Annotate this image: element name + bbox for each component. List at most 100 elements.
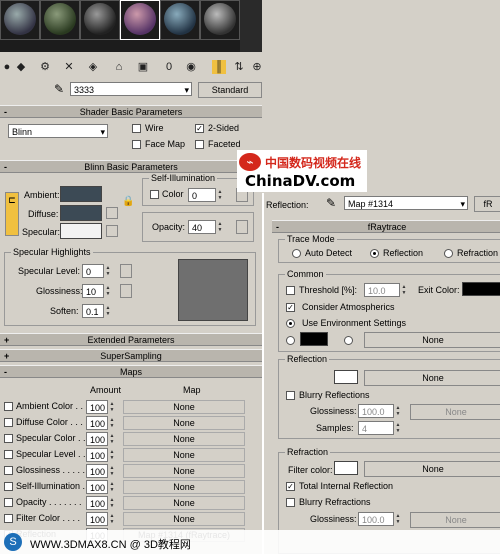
specular-level-field[interactable]: 0 xyxy=(82,264,104,278)
samples-field[interactable]: 4 xyxy=(358,421,394,435)
reflection-map-button[interactable]: None xyxy=(364,370,500,386)
map-amount-field[interactable]: 100 xyxy=(86,496,108,510)
glossiness-field[interactable]: 10 xyxy=(82,284,104,298)
environment-map-button[interactable]: None xyxy=(364,332,500,348)
map-type-button[interactable]: fR xyxy=(474,196,500,212)
reflection-glossiness-field[interactable]: 100.0 xyxy=(358,404,394,418)
material-slot[interactable] xyxy=(160,0,200,40)
opacity-spinner[interactable]: ▲ ▼ xyxy=(217,221,223,233)
total-internal-reflection-checkbox[interactable]: ✓ xyxy=(286,482,295,491)
threshold-field[interactable]: 10.0 xyxy=(364,283,400,297)
auto-detect-radio[interactable] xyxy=(292,249,301,258)
soften-field[interactable]: 0.1 xyxy=(82,304,104,318)
shader-type-dropdown[interactable]: Blinn ▾ xyxy=(8,124,108,138)
blurry-reflections-checkbox[interactable] xyxy=(286,391,295,400)
map-amount-spinner[interactable]: ▲ ▼ xyxy=(109,497,115,509)
map-amount-spinner[interactable]: ▲ ▼ xyxy=(109,513,115,525)
material-slot[interactable] xyxy=(80,0,120,40)
threshold-checkbox[interactable] xyxy=(286,286,295,295)
material-type-button[interactable]: Standard xyxy=(198,82,262,98)
specular-map-button[interactable] xyxy=(106,225,118,237)
make-unique-icon[interactable]: ◈ xyxy=(86,60,100,74)
reflection-glossiness-spinner[interactable]: ▲ ▼ xyxy=(395,405,401,417)
filter-color-swatch[interactable] xyxy=(334,461,358,475)
map-amount-field[interactable]: 100 xyxy=(86,400,108,414)
face-map-checkbox[interactable] xyxy=(132,140,141,149)
shader-basic-rollout[interactable]: - Shader Basic Parameters xyxy=(0,105,262,118)
map-slot-button[interactable]: None xyxy=(123,496,245,510)
filter-map-button[interactable]: None xyxy=(364,461,500,477)
samples-spinner[interactable]: ▲ ▼ xyxy=(395,422,401,434)
reflection-radio[interactable] xyxy=(370,249,379,258)
map-enable-checkbox[interactable] xyxy=(4,482,13,491)
assign-to-selection-icon[interactable]: ⚙ xyxy=(38,60,52,74)
faceted-checkbox[interactable] xyxy=(195,140,204,149)
refraction-glossiness-spinner[interactable]: ▲ ▼ xyxy=(395,513,401,525)
put-to-library-icon[interactable]: ⌂ xyxy=(112,60,126,74)
map-slot-button[interactable]: None xyxy=(123,464,245,478)
show-map-in-viewport-icon[interactable]: 0 xyxy=(162,60,176,74)
exit-color-swatch[interactable] xyxy=(462,282,500,296)
refraction-glossiness-field[interactable]: 100.0 xyxy=(358,512,394,526)
dropdown-arrow-icon[interactable]: ▾ xyxy=(184,83,189,97)
go-forward-sibling-icon[interactable]: ⇅ xyxy=(232,60,246,74)
map-slot-button[interactable]: None xyxy=(123,416,245,430)
material-slot-active[interactable] xyxy=(120,0,160,40)
blurry-refractions-checkbox[interactable] xyxy=(286,498,295,507)
glossiness-map-button[interactable] xyxy=(120,284,132,298)
map-slot-button[interactable]: None xyxy=(123,448,245,462)
eyedropper-icon[interactable]: ✎ xyxy=(54,82,64,96)
put-to-scene-icon[interactable]: ◆ xyxy=(14,60,28,74)
material-slot[interactable] xyxy=(0,0,40,40)
reset-map-icon[interactable]: ✕ xyxy=(62,60,76,74)
supersampling-rollout[interactable]: + SuperSampling xyxy=(0,349,262,362)
self-illum-spinner[interactable]: ▲ ▼ xyxy=(217,189,223,201)
refraction-glossiness-map-button[interactable]: None xyxy=(410,512,500,528)
go-to-parent-icon[interactable]: ║ xyxy=(212,60,226,74)
map-amount-spinner[interactable]: ▲ ▼ xyxy=(109,465,115,477)
opacity-map-button[interactable] xyxy=(236,220,248,234)
specular-color-swatch[interactable] xyxy=(60,223,102,239)
wire-checkbox[interactable] xyxy=(132,124,141,133)
extended-parameters-rollout[interactable]: + Extended Parameters xyxy=(0,333,262,346)
lock-icon[interactable]: 🔒 xyxy=(122,196,134,207)
self-illum-color-checkbox[interactable] xyxy=(150,190,159,199)
lock-ambient-diffuse-button[interactable]: ⊏ xyxy=(5,192,19,236)
reflection-glossiness-map-button[interactable]: None xyxy=(410,404,500,420)
blinn-basic-rollout[interactable]: - Blinn Basic Parameters xyxy=(0,160,262,173)
map-slot-button[interactable]: None xyxy=(123,400,245,414)
map-enable-checkbox[interactable] xyxy=(4,498,13,507)
soften-spinner[interactable]: ▲ ▼ xyxy=(105,305,111,317)
material-slot[interactable] xyxy=(40,0,80,40)
map-enable-checkbox[interactable] xyxy=(4,402,13,411)
consider-atmospherics-checkbox[interactable]: ✓ xyxy=(286,303,295,312)
fraytrace-rollout[interactable]: - fRaytrace xyxy=(272,220,500,233)
custom-environment-radio[interactable] xyxy=(286,336,295,345)
map-enable-checkbox[interactable] xyxy=(4,514,13,523)
glossiness-spinner[interactable]: ▲ ▼ xyxy=(105,285,111,297)
ambient-color-swatch[interactable] xyxy=(60,186,102,202)
map-name-field[interactable]: Map #1314 ▾ xyxy=(344,196,468,210)
diffuse-color-swatch[interactable] xyxy=(60,205,102,221)
use-environment-radio[interactable] xyxy=(286,319,295,328)
map-amount-field[interactable]: 100 xyxy=(86,480,108,494)
map-enable-checkbox[interactable] xyxy=(4,434,13,443)
map-amount-spinner[interactable]: ▲ ▼ xyxy=(109,433,115,445)
maps-rollout[interactable]: - Maps xyxy=(0,365,262,378)
map-amount-field[interactable]: 100 xyxy=(86,512,108,526)
map-amount-field[interactable]: 100 xyxy=(86,432,108,446)
map-slot-button[interactable]: None xyxy=(123,432,245,446)
map-amount-spinner[interactable]: ▲ ▼ xyxy=(109,449,115,461)
get-material-icon[interactable]: ● xyxy=(0,60,14,74)
opacity-value-field[interactable]: 40 xyxy=(188,220,216,234)
specular-level-spinner[interactable]: ▲ ▼ xyxy=(105,265,111,277)
map-enable-checkbox[interactable] xyxy=(4,418,13,427)
material-slot[interactable] xyxy=(200,0,240,40)
threshold-spinner[interactable]: ▲ ▼ xyxy=(401,284,407,296)
two-sided-checkbox[interactable]: ✓ xyxy=(195,124,204,133)
map-amount-spinner[interactable]: ▲ ▼ xyxy=(109,481,115,493)
pick-material-icon[interactable]: ⊕ xyxy=(250,60,264,74)
map-amount-field[interactable]: 100 xyxy=(86,464,108,478)
eyedropper-icon[interactable]: ✎ xyxy=(326,196,336,210)
map-amount-spinner[interactable]: ▲ ▼ xyxy=(109,401,115,413)
